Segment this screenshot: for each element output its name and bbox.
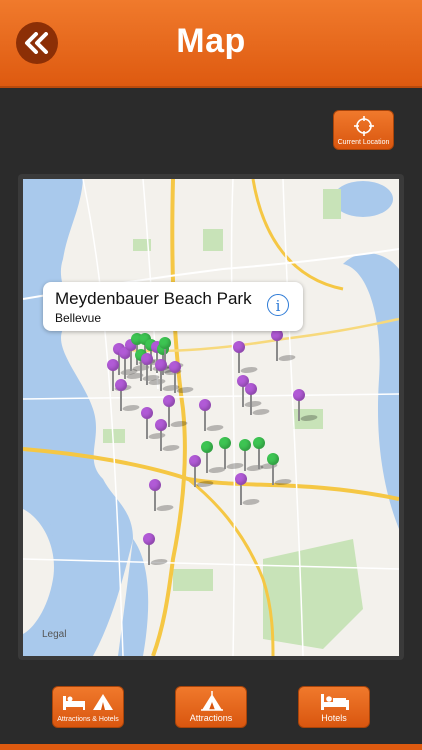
map-view[interactable]: Meydenbauer Beach Park Bellevue i Legal	[23, 179, 399, 656]
bed-and-tent-icon	[63, 694, 113, 710]
attraction-pin[interactable]	[199, 399, 226, 433]
attractions-label: Attractions	[189, 713, 233, 723]
info-icon[interactable]: i	[267, 294, 289, 316]
attraction-pin[interactable]	[271, 329, 298, 363]
attraction-pin[interactable]	[143, 533, 170, 567]
tent-icon	[201, 691, 223, 711]
attraction-pin[interactable]	[169, 361, 196, 395]
callout-title: Meydenbauer Beach Park	[55, 289, 252, 308]
attraction-pin[interactable]	[155, 419, 182, 453]
hotel-pin[interactable]	[219, 437, 246, 471]
hotel-pin[interactable]	[201, 441, 228, 475]
hotel-pin[interactable]	[267, 453, 294, 487]
legal-link[interactable]: Legal	[42, 629, 66, 640]
map-background	[23, 179, 399, 656]
attractions-and-hotels-label: Attractions & Hotels	[57, 716, 119, 723]
attraction-pin[interactable]	[235, 473, 262, 507]
attraction-pin[interactable]	[155, 359, 182, 393]
attraction-pin[interactable]	[115, 379, 142, 413]
current-location-button[interactable]: Current Location	[333, 110, 394, 150]
footer-accent-line	[0, 744, 422, 750]
bed-icon	[321, 694, 349, 710]
hotels-button[interactable]: Hotels	[298, 686, 370, 728]
attraction-pin[interactable]	[293, 389, 320, 423]
attraction-pin[interactable]	[141, 353, 168, 387]
hotels-label: Hotels	[321, 713, 347, 723]
hotel-pin[interactable]	[239, 439, 266, 473]
header-bar: Map	[0, 0, 422, 88]
attraction-pin[interactable]	[189, 455, 216, 489]
crosshair-icon	[354, 116, 374, 136]
attraction-pin[interactable]	[233, 341, 260, 375]
hotel-pin[interactable]	[253, 437, 280, 471]
callout-subtitle: Bellevue	[55, 311, 102, 325]
attraction-pin[interactable]	[245, 383, 272, 417]
attraction-pin[interactable]	[149, 479, 176, 513]
attractions-button[interactable]: Attractions	[175, 686, 247, 728]
current-location-label: Current Location	[337, 139, 390, 146]
location-callout[interactable]: Meydenbauer Beach Park Bellevue i	[43, 282, 303, 331]
attractions-and-hotels-button[interactable]: Attractions & Hotels	[52, 686, 124, 728]
attraction-pin[interactable]	[141, 407, 168, 441]
page-title: Map	[176, 22, 246, 60]
